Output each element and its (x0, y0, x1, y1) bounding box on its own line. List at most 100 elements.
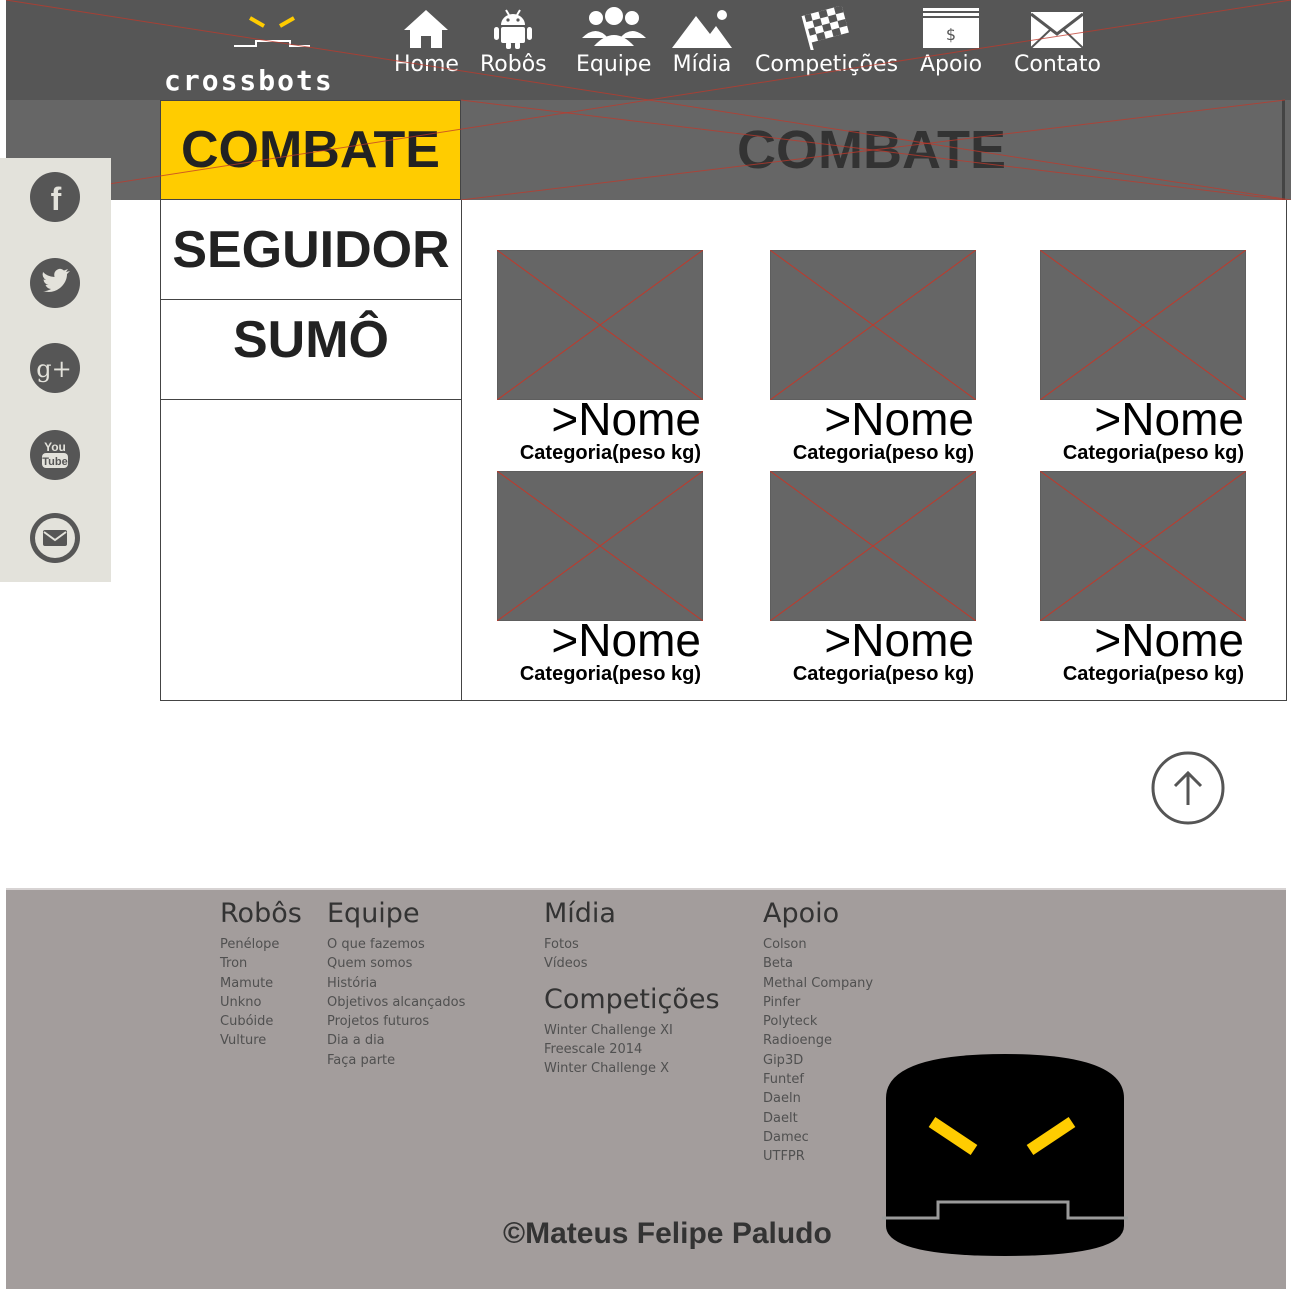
footer-link[interactable]: O que fazemos (327, 935, 465, 954)
footer-link[interactable]: Vulture (220, 1031, 302, 1050)
nav-equipe[interactable]: Equipe (576, 6, 651, 77)
image-placeholder (497, 250, 703, 400)
robot-card[interactable]: >Nome Categoria(peso kg) (1040, 250, 1246, 466)
robot-name: >Nome (551, 393, 701, 445)
footer-link[interactable]: Damec (763, 1128, 873, 1147)
crossbots-logo[interactable]: crossbots (160, 8, 382, 97)
footer-link[interactable]: Polyteck (763, 1012, 873, 1031)
robot-grid: >Nome Categoria(peso kg) >Nome Categoria… (461, 200, 1287, 701)
robot-card[interactable]: >Nome Categoria(peso kg) (1040, 471, 1246, 687)
footer-col-midia: Mídia Fotos Vídeos Competições Winter Ch… (544, 900, 720, 1078)
youtube-icon: You Tube (30, 430, 80, 480)
google-plus-button[interactable]: g+ (30, 343, 80, 393)
category-tab-sumo[interactable]: SUMÔ (161, 300, 461, 400)
back-to-top-button[interactable] (1151, 751, 1225, 825)
home-icon (404, 10, 449, 48)
svg-text:g+: g+ (36, 355, 71, 383)
robot-mascot-icon (882, 1054, 1128, 1256)
copyright-text: ©Mateus Felipe Paludo (503, 1217, 832, 1250)
category-tab-combate[interactable]: COMBATE (160, 100, 461, 200)
mountain-icon (672, 10, 732, 48)
svg-text:$: $ (946, 25, 956, 44)
checkered-flag-icon (801, 6, 849, 50)
footer-link[interactable]: Fotos (544, 935, 720, 954)
brand-name: crossbots (164, 64, 334, 97)
nav-label: Home (394, 52, 459, 77)
image-placeholder (770, 250, 976, 400)
robot-category: Categoria(peso kg) (792, 442, 974, 464)
footer-link[interactable]: UTFPR (763, 1147, 873, 1166)
robot-category: Categoria(peso kg) (1062, 442, 1244, 464)
footer-link[interactable]: Penélope (220, 935, 302, 954)
nav-label: Contato (1014, 52, 1101, 77)
logo-robot-face-icon (234, 16, 310, 47)
facebook-button[interactable]: f (30, 172, 80, 222)
robot-name: >Nome (551, 614, 701, 666)
footer-link[interactable]: Colson (763, 935, 873, 954)
footer-heading[interactable]: Equipe (327, 900, 465, 927)
nav-midia[interactable]: Mídia (670, 6, 734, 77)
footer-link[interactable]: Quem somos (327, 954, 465, 973)
robot-card[interactable]: >Nome Categoria(peso kg) (497, 250, 703, 466)
footer-link[interactable]: Faça parte (327, 1051, 465, 1070)
email-button[interactable] (30, 513, 80, 563)
robot-category: Categoria(peso kg) (792, 663, 974, 685)
robot-category: Categoria(peso kg) (519, 442, 701, 464)
footer-link[interactable]: Dia a dia (327, 1031, 465, 1050)
footer-link[interactable]: Projetos futuros (327, 1012, 465, 1031)
nav-label: Apoio (920, 52, 983, 77)
robot-name: >Nome (824, 393, 974, 445)
footer-link[interactable]: Daeln (763, 1089, 873, 1108)
footer-link[interactable]: Mamute (220, 974, 302, 993)
twitter-button[interactable] (30, 258, 80, 308)
footer-link[interactable]: Pinfer (763, 993, 873, 1012)
nav-home[interactable]: Home (394, 6, 459, 77)
footer-link[interactable]: Funtef (763, 1070, 873, 1089)
svg-text:You: You (44, 440, 66, 454)
team-icon (581, 7, 646, 46)
footer-link[interactable]: Vídeos (544, 954, 720, 973)
nav-apoio[interactable]: $ Apoio (920, 6, 982, 77)
footer-link[interactable]: Unkno (220, 993, 302, 1012)
robot-card[interactable]: >Nome Categoria(peso kg) (770, 471, 976, 687)
footer-link[interactable]: Daelt (763, 1109, 873, 1128)
image-placeholder (497, 471, 703, 621)
footer-link[interactable]: Beta (763, 954, 873, 973)
robot-card[interactable]: >Nome Categoria(peso kg) (770, 250, 976, 466)
footer-link[interactable]: Winter Challenge XI (544, 1021, 720, 1040)
page-title: COMBATE (461, 100, 1285, 200)
footer-col-robos: Robôs Penélope Tron Mamute Unkno Cubóide… (220, 900, 302, 1051)
footer-heading[interactable]: Robôs (220, 900, 302, 927)
nav-robos[interactable]: Robôs (480, 6, 547, 77)
robot-category: Categoria(peso kg) (1062, 663, 1244, 685)
nav-contato[interactable]: Contato (1014, 6, 1101, 77)
robot-card[interactable]: >Nome Categoria(peso kg) (497, 471, 703, 687)
robot-name: >Nome (1094, 614, 1244, 666)
footer-heading[interactable]: Mídia (544, 900, 720, 927)
svg-text:Tube: Tube (42, 456, 67, 468)
nav-label: Mídia (672, 52, 732, 77)
robot-category: Categoria(peso kg) (519, 663, 701, 685)
footer-link[interactable]: Tron (220, 954, 302, 973)
category-tab-seguidor[interactable]: SEGUIDOR (161, 200, 461, 300)
category-menu: SEGUIDOR SUMÔ (160, 200, 462, 701)
android-icon (494, 9, 533, 49)
footer-link[interactable]: Cubóide (220, 1012, 302, 1031)
social-sidebar: f g+ You Tube (0, 158, 111, 582)
svg-text:f: f (51, 181, 62, 217)
footer-link[interactable]: Radioenge (763, 1031, 873, 1050)
footer-heading[interactable]: Competições (544, 986, 720, 1013)
footer-link[interactable]: Objetivos alcançados (327, 993, 465, 1012)
footer-link[interactable]: Gip3D (763, 1051, 873, 1070)
nav-competicoes[interactable]: Competições (755, 6, 898, 77)
image-placeholder (770, 471, 976, 621)
arrow-up-icon (1151, 751, 1225, 825)
footer-link[interactable]: Methal Company (763, 974, 873, 993)
money-icon: $ (923, 8, 980, 48)
footer-link[interactable]: História (327, 974, 465, 993)
footer-heading[interactable]: Apoio (763, 900, 873, 927)
footer-col-equipe: Equipe O que fazemos Quem somos História… (327, 900, 465, 1070)
youtube-button[interactable]: You Tube (30, 430, 80, 480)
footer-link[interactable]: Freescale 2014 (544, 1040, 720, 1059)
footer-link[interactable]: Winter Challenge X (544, 1059, 720, 1078)
